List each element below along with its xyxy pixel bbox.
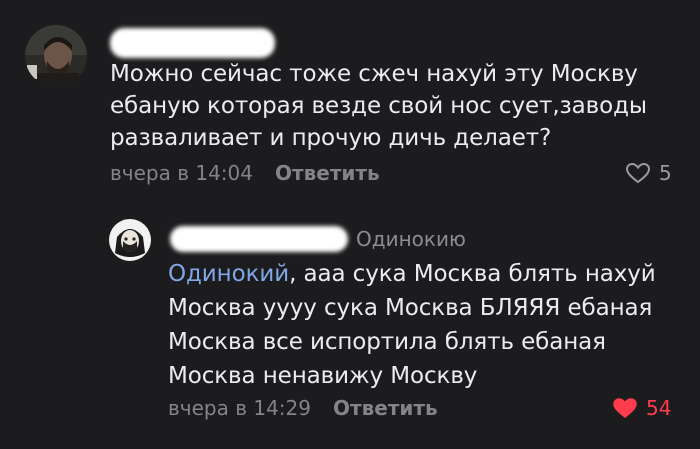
comment-1-like-button[interactable]: 5: [625, 161, 672, 185]
comment-2-time: вчера в 14:29: [168, 396, 311, 420]
comment-2-reply-button[interactable]: Ответить: [333, 396, 438, 420]
comment-2-like-button[interactable]: 54: [612, 396, 671, 420]
comment-1-avatar[interactable]: [25, 25, 87, 87]
comment-1-reply-button[interactable]: Ответить: [275, 161, 380, 185]
comment-2-author-name-redacted: [170, 226, 348, 252]
comment-1-time: вчера в 14:04: [110, 161, 253, 185]
comment-2-mention-link[interactable]: Одинокий: [168, 261, 289, 287]
comment-2-meta: вчера в 14:29 Ответить: [168, 396, 438, 420]
comment-1-like-count: 5: [659, 161, 672, 185]
heart-filled-icon: [613, 398, 637, 418]
heart-outline-icon: [625, 162, 651, 184]
comment-1-author-name-redacted: [110, 28, 275, 58]
comment-2-avatar[interactable]: [109, 219, 151, 261]
comment-2-like-count: 54: [646, 396, 672, 420]
comment-2-reply-to[interactable]: Одинокию: [356, 227, 466, 251]
comment-2-text: Одинокий, ааа сука Москва блять нахуй Мо…: [168, 257, 668, 393]
comment-1-meta: вчера в 14:04 Ответить: [110, 161, 380, 185]
comment-1-text: Можно сейчас тоже сжеч нахуй эту Москву …: [110, 61, 647, 151]
